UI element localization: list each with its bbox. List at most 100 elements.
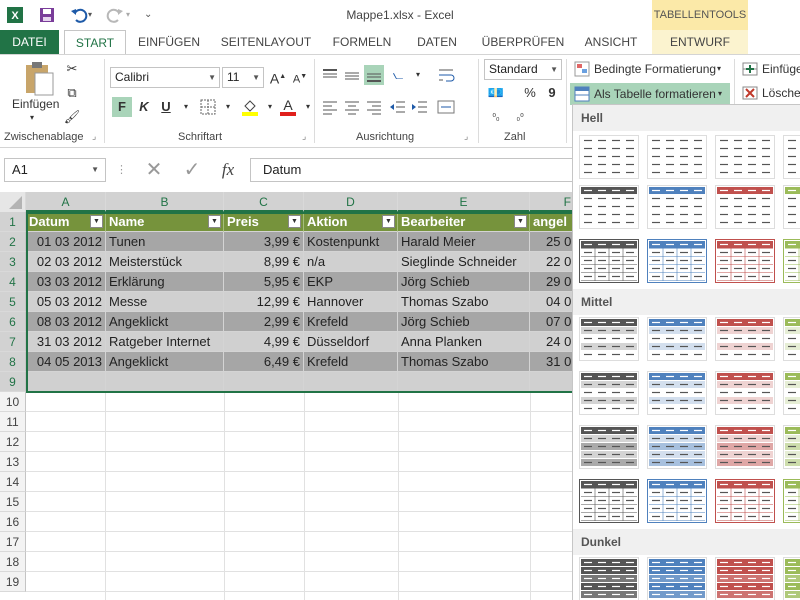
table-cell[interactable]	[530, 372, 572, 392]
delete-cells-icon[interactable]	[740, 83, 760, 103]
row-header[interactable]: 7	[0, 332, 26, 352]
table-style-option[interactable]	[783, 317, 800, 361]
tab-ansicht[interactable]: ANSICHT	[576, 30, 646, 54]
tab-ueberpruefen[interactable]: ÜBERPRÜFEN	[474, 30, 572, 54]
select-all-corner[interactable]	[0, 192, 26, 212]
conditional-format-icon[interactable]	[572, 59, 592, 79]
chevron-down-icon[interactable]: ▾	[260, 97, 280, 117]
table-cell[interactable]: 3,99 €	[224, 232, 304, 252]
copy-icon[interactable]: ⧉	[62, 83, 82, 103]
format-as-table-button[interactable]: Als Tabelle formatieren ▾	[570, 83, 730, 105]
table-style-option[interactable]	[783, 185, 800, 229]
formula-bar-grip-icon[interactable]: ⋮	[116, 162, 127, 178]
column-header[interactable]: C	[224, 192, 304, 212]
table-cell[interactable]: 04 05 2013	[26, 352, 106, 372]
table-style-option[interactable]	[579, 135, 639, 179]
insert-cells-button[interactable]: Einfüge	[762, 62, 800, 76]
paste-icon[interactable]	[18, 61, 58, 97]
table-cell[interactable]	[26, 372, 106, 392]
formula-input[interactable]: Datum	[250, 158, 580, 182]
alignment-launcher-icon[interactable]: ⌟	[464, 131, 468, 142]
table-cell[interactable]: Angeklickt	[106, 352, 224, 372]
table-cell[interactable]: Düsseldorf	[304, 332, 398, 352]
column-header[interactable]: B	[106, 192, 224, 212]
table-header-cell[interactable]: Datum ▼	[26, 212, 106, 232]
table-header-cell[interactable]: angel	[530, 212, 572, 232]
column-header[interactable]: A	[26, 192, 106, 212]
grow-font-icon[interactable]: A▲	[268, 67, 288, 87]
increase-decimal-icon[interactable]: ⁰₀	[486, 107, 506, 127]
table-cell[interactable]: Krefeld	[304, 352, 398, 372]
borders-icon[interactable]	[198, 97, 218, 117]
tab-datei[interactable]: DATEI	[0, 30, 59, 54]
table-style-option[interactable]	[783, 425, 800, 469]
table-style-option[interactable]	[783, 479, 800, 523]
cut-icon[interactable]: ✂	[62, 59, 82, 79]
table-cell[interactable]	[398, 372, 530, 392]
delete-cells-button[interactable]: Lösche	[762, 86, 800, 100]
chevron-down-icon[interactable]: ▾	[176, 97, 196, 117]
table-cell[interactable]: Ratgeber Internet	[106, 332, 224, 352]
table-cell[interactable]: 24 0	[530, 332, 572, 352]
align-middle-icon[interactable]	[342, 65, 362, 85]
tab-daten[interactable]: DATEN	[404, 30, 470, 54]
align-center-icon[interactable]	[342, 97, 362, 117]
filter-dropdown-icon[interactable]: ▼	[514, 215, 527, 228]
table-cell[interactable]: Harald Meier	[398, 232, 530, 252]
font-launcher-icon[interactable]: ⌟	[302, 131, 306, 142]
row-header[interactable]: 16	[0, 512, 26, 532]
table-cell[interactable]: 07 0	[530, 312, 572, 332]
insert-cells-icon[interactable]	[740, 59, 760, 79]
table-cell[interactable]: Hannover	[304, 292, 398, 312]
table-cell[interactable]: 12,99 €	[224, 292, 304, 312]
table-header-cell[interactable]: Preis ▼	[224, 212, 304, 232]
accounting-format-icon[interactable]: 💶	[486, 83, 506, 103]
cancel-icon[interactable]: ✕	[144, 160, 164, 180]
orientation-icon[interactable]: ⦦	[388, 65, 408, 85]
align-top-icon[interactable]	[320, 65, 340, 85]
table-style-option[interactable]	[783, 239, 800, 283]
underline-button[interactable]: U	[156, 97, 176, 117]
table-style-option[interactable]	[715, 317, 775, 361]
confirm-icon[interactable]: ✓	[182, 160, 202, 180]
align-bottom-icon[interactable]	[364, 65, 384, 85]
table-style-option[interactable]	[647, 425, 707, 469]
table-cell[interactable]: 5,95 €	[224, 272, 304, 292]
row-header[interactable]: 2	[0, 232, 26, 252]
table-cell[interactable]: Thomas Szabo	[398, 352, 530, 372]
table-style-option[interactable]	[647, 239, 707, 283]
table-cell[interactable]: EKP	[304, 272, 398, 292]
empty-grid-area[interactable]	[26, 392, 572, 600]
number-format-combo[interactable]: Standard ▼	[484, 59, 562, 80]
table-cell[interactable]: Sieglinde Schneider	[398, 252, 530, 272]
decrease-decimal-icon[interactable]: ₀⁰	[510, 107, 530, 127]
filter-dropdown-icon[interactable]: ▼	[288, 215, 301, 228]
table-header-cell[interactable]: Aktion ▼	[304, 212, 398, 232]
table-cell[interactable]: 08 03 2012	[26, 312, 106, 332]
table-cell[interactable]	[304, 372, 398, 392]
table-style-option[interactable]	[783, 557, 800, 600]
shrink-font-icon[interactable]: A▼	[290, 67, 310, 87]
table-cell[interactable]: 8,99 €	[224, 252, 304, 272]
tab-formeln[interactable]: FORMELN	[324, 30, 400, 54]
table-cell[interactable]: Krefeld	[304, 312, 398, 332]
row-header[interactable]: 4	[0, 272, 26, 292]
table-style-option[interactable]	[579, 371, 639, 415]
worksheet-grid[interactable]: A B C D E F 1 2 3 4 5 6 7 8 9 10 11 12 1…	[0, 192, 572, 600]
table-style-option[interactable]	[715, 185, 775, 229]
filter-dropdown-icon[interactable]: ▼	[90, 215, 103, 228]
row-header[interactable]: 11	[0, 412, 26, 432]
column-header[interactable]: D	[304, 192, 398, 212]
row-header[interactable]: 9	[0, 372, 26, 392]
table-style-option[interactable]	[715, 479, 775, 523]
row-header[interactable]: 3	[0, 252, 26, 272]
table-cell[interactable]: 05 03 2012	[26, 292, 106, 312]
table-cell[interactable]: 04 0	[530, 292, 572, 312]
decrease-indent-icon[interactable]	[388, 97, 408, 117]
format-painter-icon[interactable]: 🖌	[62, 107, 82, 127]
table-cell[interactable]: Jörg Schieb	[398, 272, 530, 292]
percent-format-icon[interactable]: %	[520, 83, 540, 103]
table-style-option[interactable]	[783, 371, 800, 415]
comma-format-icon[interactable]: 9	[542, 83, 562, 103]
paste-button[interactable]: Einfügen	[12, 97, 59, 111]
